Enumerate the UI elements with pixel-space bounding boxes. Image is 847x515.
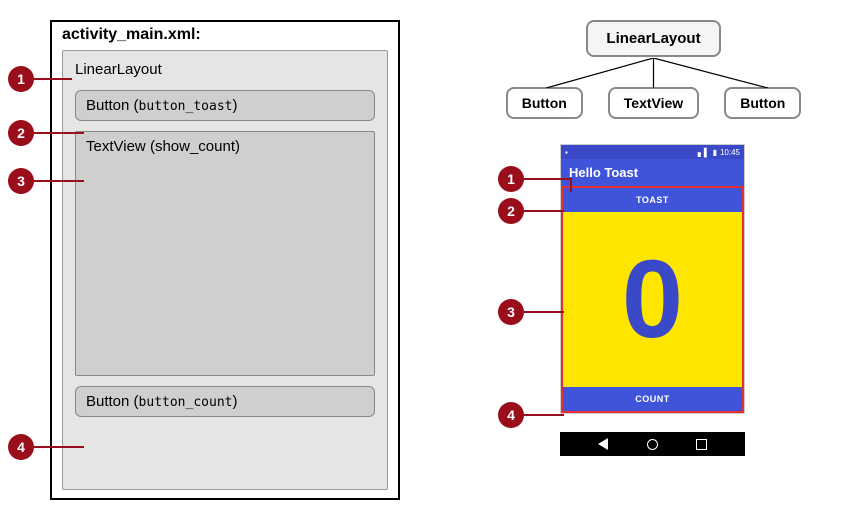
nav-home-icon[interactable] [647, 439, 658, 450]
badge-1-line [32, 78, 72, 80]
phone-badge-1-line-v [570, 178, 572, 192]
badge-1: 1 [8, 66, 34, 92]
button-toast-id: button_toast [139, 99, 233, 114]
badge-3-line [32, 180, 84, 182]
show-count-textview: 0 [563, 212, 742, 387]
linearlayout-label: LinearLayout [75, 61, 375, 78]
xml-file-title: activity_main.xml: [62, 26, 388, 44]
phone-badge-2-line [522, 210, 564, 212]
nav-recent-icon[interactable] [696, 439, 707, 450]
badge-4-line [32, 446, 84, 448]
tree-child-textview: TextView [608, 87, 699, 119]
tree-root-node: LinearLayout [586, 20, 720, 57]
phone-badge-1-line [522, 178, 572, 180]
phone-badge-3: 3 [498, 299, 524, 325]
signal-icon: ▖▌ [698, 148, 710, 157]
status-left-icon: ▪ [565, 148, 568, 157]
button-toast-label: Button [86, 97, 129, 114]
count-value: 0 [622, 245, 683, 355]
button-count-box: Button (button_count) [75, 386, 375, 417]
nav-back-icon[interactable] [598, 438, 608, 450]
phone-badge-3-line [522, 311, 564, 313]
badge-4: 4 [8, 434, 34, 460]
textview-box: TextView (show_count) [75, 131, 375, 376]
paren-close: ) [232, 97, 237, 114]
badge-2: 2 [8, 120, 34, 146]
phone-mockup: 1 2 3 4 ▪ ▖▌ ▮ 10:45 Hello Toast [560, 144, 827, 456]
tree-child-button-2: Button [724, 87, 801, 119]
linearlayout-outline: TOAST 0 COUNT [561, 186, 744, 413]
paren-close-2: ) [235, 138, 240, 155]
xml-file-box: activity_main.xml: LinearLayout Button (… [50, 20, 400, 500]
textview-id: show_count [155, 138, 235, 155]
xml-layout-diagram: 1 2 3 4 activity_main.xml: LinearLayout … [50, 20, 400, 500]
phone-badge-4: 4 [498, 402, 524, 428]
phone-badge-1: 1 [498, 166, 524, 192]
badge-2-line [32, 132, 84, 134]
textview-label: TextView [86, 138, 146, 155]
tree-child-button-1: Button [506, 87, 583, 119]
phone-badge-4-line [522, 414, 564, 416]
status-time: 10:45 [720, 148, 740, 157]
status-bar: ▪ ▖▌ ▮ 10:45 [561, 145, 744, 159]
app-bar: Hello Toast [561, 159, 744, 186]
paren-close-3: ) [232, 393, 237, 410]
button-toast-box: Button (button_toast) [75, 90, 375, 121]
count-button[interactable]: COUNT [563, 387, 742, 411]
phone-screen: ▪ ▖▌ ▮ 10:45 Hello Toast TOAST 0 COUNT [560, 144, 745, 414]
toast-button[interactable]: TOAST [563, 188, 742, 212]
phone-badge-2: 2 [498, 198, 524, 224]
tree-connector-lines [480, 58, 827, 88]
badge-3: 3 [8, 168, 34, 194]
view-hierarchy-tree: LinearLayout Button TextView Button [480, 20, 827, 119]
button-count-label: Button [86, 393, 129, 410]
button-count-id: button_count [139, 395, 233, 410]
battery-icon: ▮ [713, 148, 717, 157]
android-nav-bar [560, 432, 745, 456]
linearlayout-box: LinearLayout Button (button_toast) TextV… [62, 50, 388, 490]
